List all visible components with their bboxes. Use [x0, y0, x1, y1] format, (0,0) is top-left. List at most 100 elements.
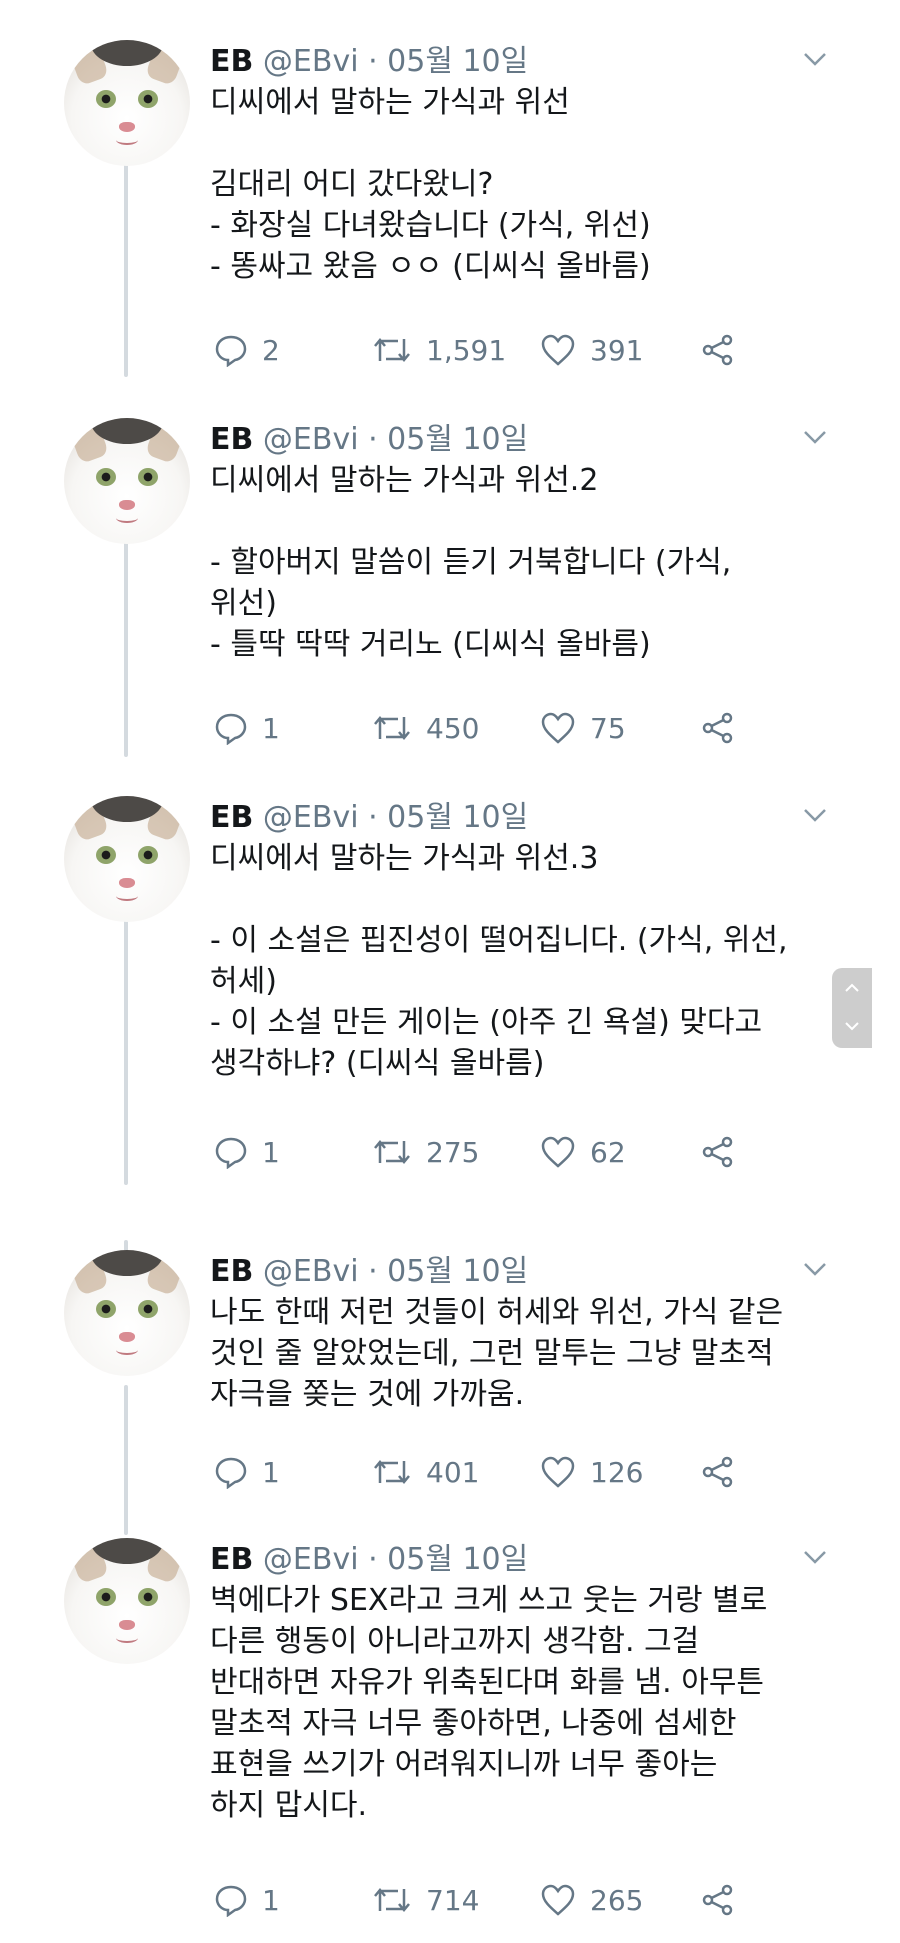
retweet-button[interactable]: 714	[372, 1880, 479, 1920]
chevron-down-icon[interactable]	[800, 1542, 830, 1572]
like-icon	[541, 1456, 575, 1488]
chevron-down-icon[interactable]	[800, 422, 830, 452]
like-count: 62	[590, 1135, 626, 1169]
tweet-line: - 틀딱 딱딱 거리노 (디씨식 올바름)	[210, 627, 651, 662]
tweet-line	[210, 879, 850, 920]
author-name[interactable]: EB	[210, 800, 253, 835]
tweet-line	[210, 501, 850, 542]
retweet-icon	[374, 1888, 410, 1912]
tweet[interactable]: EB @EBvi · 05월 10일 디씨에서 말하는 가식과 위선.2 - 할…	[0, 418, 900, 758]
tweet-line: 말초적 자극 너무 좋아하면, 나중에 섬세한	[210, 1706, 737, 1741]
chevron-down-icon[interactable]	[800, 1254, 830, 1284]
reply-button[interactable]: 2	[214, 330, 280, 370]
chevron-down-icon[interactable]	[800, 44, 830, 74]
tweet-line: 김대리 어디 갔다왔니?	[210, 167, 494, 202]
retweet-button[interactable]: 275	[372, 1132, 479, 1172]
reply-button[interactable]: 1	[214, 708, 280, 748]
tweet-line: - 이 소설은 핍진성이 떨어집니다. (가식, 위선,	[210, 923, 788, 958]
tweet[interactable]: EB @EBvi · 05월 10일 벽에다가 SEX라고 크게 쓰고 웃는 거…	[0, 1538, 900, 1938]
tweet-actions: 1 401 126	[210, 1452, 770, 1492]
like-count: 265	[590, 1883, 644, 1917]
avatar[interactable]	[64, 796, 190, 922]
like-icon	[541, 334, 575, 366]
share-button[interactable]	[700, 708, 736, 748]
retweet-count: 450	[426, 711, 480, 745]
tweet-line: 벽에다가 SEX라고 크게 쓰고 웃는 거랑 별로	[210, 1583, 768, 1618]
author-name[interactable]: EB	[210, 422, 253, 457]
avatar[interactable]	[64, 40, 190, 166]
scroll-up-icon[interactable]	[842, 978, 862, 998]
author-handle-date[interactable]: @EBvi · 05월 10일	[263, 1254, 528, 1289]
avatar[interactable]	[64, 1250, 190, 1376]
tweet-line: 허세)	[210, 964, 277, 999]
like-button[interactable]: 126	[540, 1452, 643, 1492]
like-button[interactable]: 75	[540, 708, 626, 748]
reply-button[interactable]: 1	[214, 1880, 280, 1920]
scroll-control[interactable]	[832, 968, 872, 1048]
like-button[interactable]: 62	[540, 1132, 626, 1172]
tweet-line: 디씨에서 말하는 가식과 위선.3	[210, 841, 599, 876]
retweet-button[interactable]: 401	[372, 1452, 479, 1492]
chevron-down-icon[interactable]	[800, 800, 830, 830]
tweet-line: 디씨에서 말하는 가식과 위선	[210, 85, 570, 120]
share-icon	[702, 1136, 733, 1168]
avatar[interactable]	[64, 1538, 190, 1664]
tweet[interactable]: EB @EBvi · 05월 10일 디씨에서 말하는 가식과 위선.3 - 이…	[0, 796, 900, 1176]
tweet-line: - 할아버지 말씀이 듣기 거북합니다 (가식,	[210, 545, 732, 580]
tweet-text: 나도 한때 저런 것들이 허세와 위선, 가식 같은 것인 줄 알았었는데, 그…	[210, 1292, 850, 1415]
tweet-line: - 똥싸고 왔음 ㅇㅇ (디씨식 올바름)	[210, 249, 651, 284]
retweet-icon	[374, 338, 410, 362]
author-handle-date[interactable]: @EBvi · 05월 10일	[263, 422, 528, 457]
tweet-actions: 1 714 265	[210, 1880, 770, 1920]
tweet-line: 하지 맙시다.	[210, 1788, 368, 1823]
author-name[interactable]: EB	[210, 1254, 253, 1289]
avatar[interactable]	[64, 418, 190, 544]
tweet-header: EB @EBvi · 05월 10일	[210, 796, 528, 840]
author-handle-date[interactable]: @EBvi · 05월 10일	[263, 44, 528, 79]
retweet-count: 275	[426, 1135, 480, 1169]
share-button[interactable]	[700, 330, 736, 370]
tweet-line: 디씨에서 말하는 가식과 위선.2	[210, 463, 599, 498]
author-name[interactable]: EB	[210, 44, 253, 79]
tweet-text: 디씨에서 말하는 가식과 위선.2 - 할아버지 말씀이 듣기 거북합니다 (가…	[210, 460, 850, 665]
tweet-line: 반대하면 자유가 위축된다며 화를 냄. 아무튼	[210, 1665, 765, 1700]
tweet-line: 것인 줄 알았었는데, 그런 말투는 그냥 말초적	[210, 1336, 774, 1371]
reply-icon	[215, 335, 247, 367]
reply-button[interactable]: 1	[214, 1132, 280, 1172]
tweet-text: 디씨에서 말하는 가식과 위선 김대리 어디 갔다왔니? - 화장실 다녀왔습니…	[210, 82, 850, 287]
share-button[interactable]	[700, 1132, 736, 1172]
tweet[interactable]: EB @EBvi · 05월 10일 디씨에서 말하는 가식과 위선 김대리 어…	[0, 40, 900, 380]
share-button[interactable]	[700, 1880, 736, 1920]
reply-icon	[215, 1457, 247, 1489]
author-handle-date[interactable]: @EBvi · 05월 10일	[263, 800, 528, 835]
author-name[interactable]: EB	[210, 1542, 253, 1577]
like-count: 126	[590, 1455, 644, 1489]
reply-count: 2	[262, 333, 280, 367]
like-count: 75	[590, 711, 626, 745]
author-handle-date[interactable]: @EBvi · 05월 10일	[263, 1542, 528, 1577]
tweet-actions: 2 1,591 391	[210, 330, 770, 370]
tweet-line: 표현을 쓰기가 어려워지니까 너무 좋아는	[210, 1747, 718, 1782]
share-button[interactable]	[700, 1452, 736, 1492]
retweet-button[interactable]: 450	[372, 708, 479, 748]
reply-icon	[215, 1137, 247, 1169]
tweet[interactable]: EB @EBvi · 05월 10일 나도 한때 저런 것들이 허세와 위선, …	[0, 1250, 900, 1500]
tweet-header: EB @EBvi · 05월 10일	[210, 1250, 528, 1294]
tweet-line: 자극을 쫒는 것에 가까움.	[210, 1377, 525, 1412]
scroll-down-icon[interactable]	[842, 1016, 862, 1036]
tweet-header: EB @EBvi · 05월 10일	[210, 418, 528, 462]
tweet-header: EB @EBvi · 05월 10일	[210, 40, 528, 84]
tweet-line: 위선)	[210, 586, 277, 621]
like-button[interactable]: 265	[540, 1880, 643, 1920]
retweet-icon	[374, 716, 410, 740]
share-icon	[702, 1456, 733, 1488]
reply-count: 1	[262, 1883, 280, 1917]
retweet-button[interactable]: 1,591	[372, 330, 506, 370]
reply-count: 1	[262, 1455, 280, 1489]
retweet-count: 401	[426, 1455, 480, 1489]
like-button[interactable]: 391	[540, 330, 643, 370]
reply-button[interactable]: 1	[214, 1452, 280, 1492]
retweet-icon	[374, 1140, 410, 1164]
tweet-header: EB @EBvi · 05월 10일	[210, 1538, 528, 1582]
reply-icon	[215, 713, 247, 745]
